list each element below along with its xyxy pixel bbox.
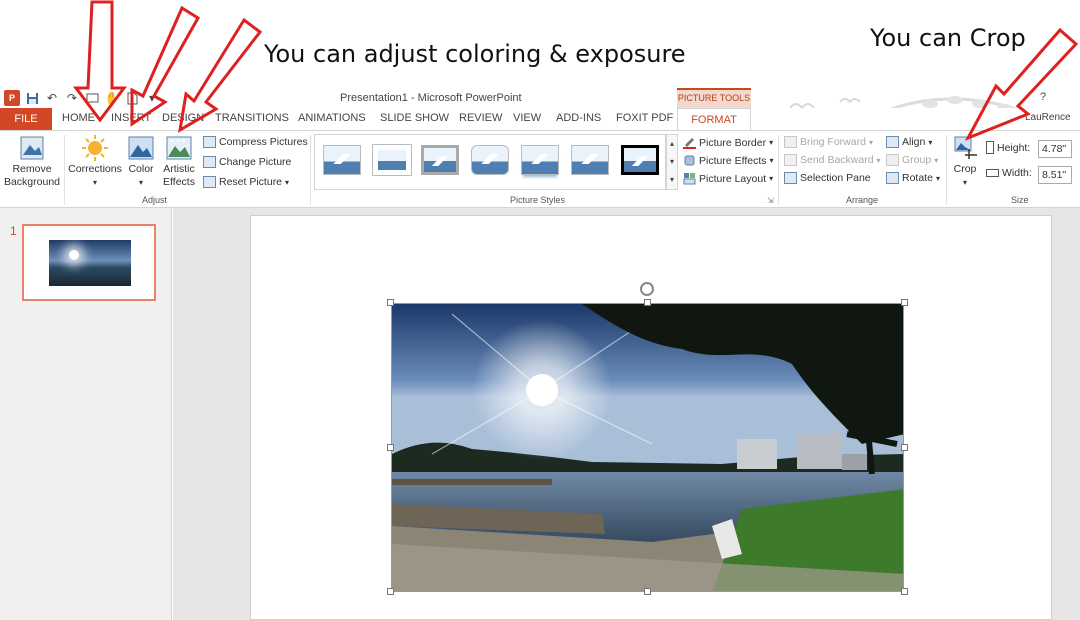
screenshot-root: You can adjust coloring & exposure You c…: [0, 0, 1080, 620]
arrow-to-crop-icon: [964, 27, 1079, 141]
annotation-arrows: [73, 0, 1079, 141]
arrow-to-artistic-effects-icon: [177, 17, 263, 133]
arrow-to-corrections-icon: [73, 0, 127, 123]
arrow-to-color-icon: [130, 5, 201, 127]
